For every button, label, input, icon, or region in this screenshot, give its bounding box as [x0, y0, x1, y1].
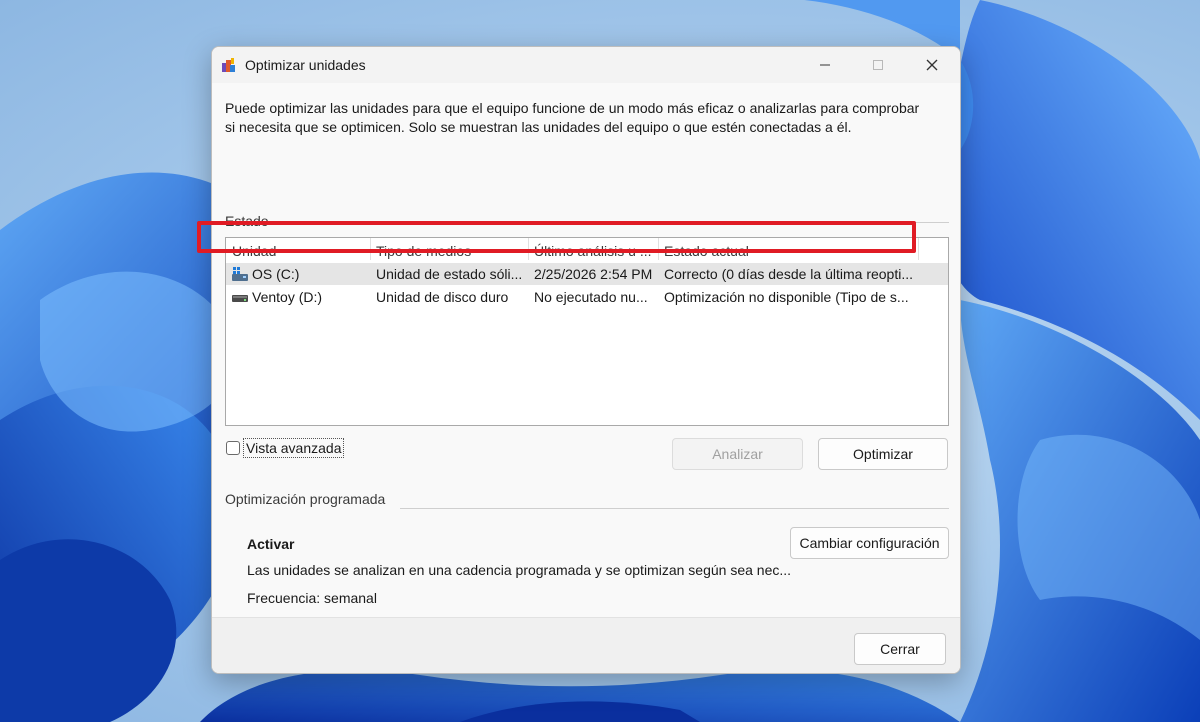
drive-list-header: Unidad Tipo de medios Último análisis u …	[226, 238, 948, 260]
drive-last-run: 2/25/2026 2:54 PM	[534, 266, 653, 282]
intro-text: Puede optimizar las unidades para que el…	[225, 100, 920, 135]
status-group-label: Estado	[225, 213, 269, 229]
optimize-button[interactable]: Optimizar	[818, 438, 948, 470]
dialog-footer: Cerrar	[212, 617, 960, 673]
close-icon	[926, 59, 938, 71]
column-header-drive[interactable]: Unidad	[226, 238, 370, 260]
drive-status: Correcto (0 días desde la última reopti.…	[664, 266, 914, 282]
drive-status: Optimización no disponible (Tipo de s...	[664, 289, 909, 305]
schedule-frequency: Frecuencia: semanal	[247, 590, 377, 606]
schedule-group-label: Optimización programada	[225, 491, 386, 507]
drive-media-type: Unidad de estado sóli...	[376, 266, 523, 282]
maximize-button	[855, 47, 901, 83]
minimize-icon	[820, 64, 830, 66]
schedule-state: Activar	[247, 536, 295, 552]
drive-list[interactable]: Unidad Tipo de medios Último análisis u …	[225, 237, 949, 426]
drive-row-c[interactable]: OS (C:) Unidad de estado sóli... 2/25/20…	[226, 263, 948, 285]
column-header-last-run[interactable]: Último análisis u ...	[528, 238, 658, 260]
window-title: Optimizar unidades	[245, 57, 366, 73]
close-button[interactable]: Cerrar	[854, 633, 946, 665]
schedule-group-divider	[400, 508, 949, 509]
defrag-app-icon	[222, 58, 235, 72]
status-group-divider	[329, 222, 949, 223]
analyze-button[interactable]: Analizar	[672, 438, 803, 470]
change-settings-button[interactable]: Cambiar configuración	[790, 527, 949, 559]
drive-media-type: Unidad de disco duro	[376, 289, 509, 305]
column-header-status[interactable]: Estado actual	[658, 238, 918, 260]
column-separator[interactable]	[918, 238, 919, 260]
drive-last-run: No ejecutado nu...	[534, 289, 648, 305]
column-header-media-type[interactable]: Tipo de medios	[370, 238, 528, 260]
advanced-view-checkbox[interactable]	[226, 441, 240, 455]
schedule-description: Las unidades se analizan en una cadencia…	[247, 562, 792, 578]
drive-row-d[interactable]: Ventoy (D:) Unidad de disco duro No ejec…	[226, 286, 948, 308]
optimize-drives-window: Optimizar unidades Puede optimizar las u…	[211, 46, 961, 674]
advanced-view-label[interactable]: Vista avanzada	[243, 438, 345, 458]
minimize-button[interactable]	[802, 47, 848, 83]
drive-name: Ventoy (D:)	[252, 289, 323, 305]
maximize-icon	[873, 60, 883, 70]
drive-name: OS (C:)	[252, 266, 300, 282]
close-window-button[interactable]	[909, 47, 955, 83]
title-bar[interactable]: Optimizar unidades	[212, 47, 960, 83]
dialog-content: Puede optimizar las unidades para que el…	[212, 83, 960, 617]
